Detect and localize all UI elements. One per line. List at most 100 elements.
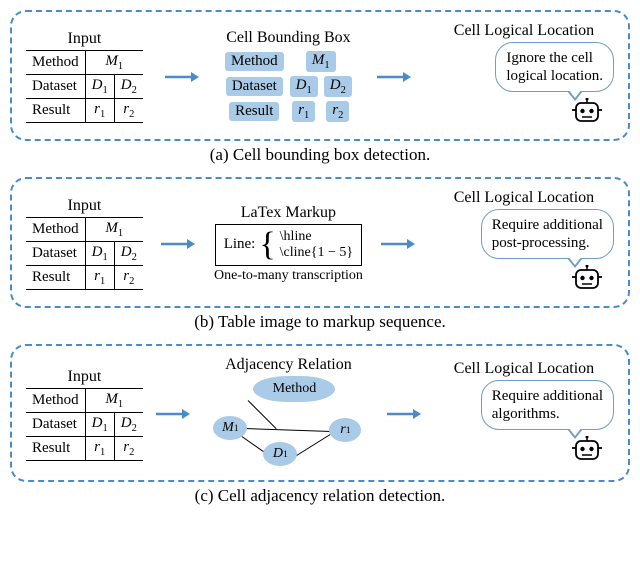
arrow-icon xyxy=(165,69,199,85)
latex-subtext: One-to-many transcription xyxy=(214,268,363,284)
hl-method: Method xyxy=(225,52,284,71)
hl-m1: M1 xyxy=(306,51,336,72)
hl-r1: r1 xyxy=(292,101,315,122)
cell-r2: r2 xyxy=(114,436,143,460)
location-header-a: Cell Logical Location xyxy=(434,22,614,40)
hl-r2: r2 xyxy=(326,101,349,122)
speech-bubble-c: Require additional algorithms. xyxy=(481,380,614,430)
adjacency-graph: Method M1 D1 r1 xyxy=(203,376,373,472)
latex-line-2: \cline{1 − 5} xyxy=(280,245,353,261)
table-row: Dataset D1 D2 xyxy=(222,74,355,99)
cell-d2: D2 xyxy=(114,242,143,266)
caption-b: (b) Table image to markup sequence. xyxy=(10,312,630,332)
table-row: Method M1 xyxy=(26,388,143,412)
table-row: Result r1 r2 xyxy=(26,436,143,460)
bubble-column-a: Cell Logical Location Ignore the cell lo… xyxy=(434,22,614,131)
cell-dataset-label: Dataset xyxy=(26,75,85,99)
edge-m1-r1 xyxy=(245,428,339,432)
panel-c-frame: Input Method M1 Dataset D1 D2 Result r1 … xyxy=(10,344,630,482)
latex-lines: \hline \cline{1 − 5} xyxy=(280,229,353,261)
bubble-column-c: Cell Logical Location Require additional… xyxy=(434,360,614,469)
cell-d2: D2 xyxy=(114,412,143,436)
edge-method-m1 xyxy=(248,400,277,429)
input-table-b: Method M1 Dataset D1 D2 Result r1 r2 xyxy=(26,217,143,290)
robot-icon xyxy=(570,436,604,469)
node-r1: r1 xyxy=(329,418,361,442)
hl-dataset: Dataset xyxy=(226,77,283,96)
cell-dataset-label: Dataset xyxy=(26,242,85,266)
input-column-b: Input Method M1 Dataset D1 D2 Result r1 … xyxy=(26,197,143,290)
input-header-b: Input xyxy=(68,197,102,215)
table-row: Dataset D1 D2 xyxy=(26,242,143,266)
input-header-c: Input xyxy=(68,368,102,386)
cell-r2: r2 xyxy=(114,99,143,123)
bbox-header: Cell Bounding Box xyxy=(226,29,350,47)
panel-c: Input Method M1 Dataset D1 D2 Result r1 … xyxy=(10,344,630,506)
bubble-line: Ignore the cell xyxy=(506,49,603,67)
input-table-c: Method M1 Dataset D1 D2 Result r1 r2 xyxy=(26,388,143,461)
arrow-icon xyxy=(387,406,421,422)
speech-bubble-a: Ignore the cell logical location. xyxy=(495,42,614,92)
latex-line-1: \hline xyxy=(280,229,353,245)
cell-method-label: Method xyxy=(26,218,85,242)
panel-b: Input Method M1 Dataset D1 D2 Result r1 … xyxy=(10,177,630,332)
cell-result-label: Result xyxy=(26,436,85,460)
cell-method-value: M1 xyxy=(85,218,143,242)
cell-d2: D2 xyxy=(114,75,143,99)
cell-r1: r1 xyxy=(85,266,114,290)
latex-column: LaTex Markup Line: { \hline \cline{1 − 5… xyxy=(214,204,363,284)
cell-method-value: M1 xyxy=(85,388,143,412)
caption-c: (c) Cell adjacency relation detection. xyxy=(10,486,630,506)
location-header-c: Cell Logical Location xyxy=(434,360,614,378)
node-method: Method xyxy=(253,376,335,402)
hl-result: Result xyxy=(229,102,279,121)
input-header-a: Input xyxy=(68,30,102,48)
speech-bubble-b: Require additional post-processing. xyxy=(481,209,614,259)
cell-method-label: Method xyxy=(26,388,85,412)
robot-icon xyxy=(570,98,604,131)
bubble-column-b: Cell Logical Location Require additional… xyxy=(434,189,614,298)
arrow-icon xyxy=(381,236,415,252)
table-row: Result r1 r2 xyxy=(26,266,143,290)
arrow-icon xyxy=(156,406,190,422)
bubble-line: algorithms. xyxy=(492,405,603,423)
table-row: Method M1 xyxy=(222,49,355,74)
bbox-column: Cell Bounding Box Method M1 Dataset D1 D… xyxy=(222,29,355,124)
table-row: Dataset D1 D2 xyxy=(26,75,143,99)
panel-b-frame: Input Method M1 Dataset D1 D2 Result r1 … xyxy=(10,177,630,308)
panel-a: Input Method M1 Dataset D1 D2 Result r1 … xyxy=(10,10,630,165)
cell-result-label: Result xyxy=(26,99,85,123)
table-row: Result r1 r2 xyxy=(222,99,355,124)
arrow-icon xyxy=(161,236,195,252)
table-row: Dataset D1 D2 xyxy=(26,412,143,436)
hl-d2: D2 xyxy=(324,76,352,97)
line-label: Line: xyxy=(224,236,256,253)
cell-r2: r2 xyxy=(114,266,143,290)
location-header-b: Cell Logical Location xyxy=(434,189,614,207)
input-column-a: Input Method M1 Dataset D1 D2 Result r1 … xyxy=(26,30,143,123)
graph-column: Adjacency Relation Method M1 D1 r1 xyxy=(203,356,373,472)
cell-d1: D1 xyxy=(85,412,114,436)
latex-header: LaTex Markup xyxy=(241,204,336,222)
table-row: Method M1 xyxy=(26,218,143,242)
bubble-line: Require additional xyxy=(492,387,603,405)
cell-method-label: Method xyxy=(26,51,85,75)
bubble-line: post-processing. xyxy=(492,234,603,252)
cell-d1: D1 xyxy=(85,75,114,99)
hl-d1: D1 xyxy=(290,76,318,97)
caption-a: (a) Cell bounding box detection. xyxy=(10,145,630,165)
graph-header: Adjacency Relation xyxy=(225,356,352,374)
cell-r1: r1 xyxy=(85,99,114,123)
cell-result-label: Result xyxy=(26,266,85,290)
input-column-c: Input Method M1 Dataset D1 D2 Result r1 … xyxy=(26,368,143,461)
cell-d1: D1 xyxy=(85,242,114,266)
bubble-line: logical location. xyxy=(506,67,603,85)
node-d1: D1 xyxy=(263,442,297,466)
bubble-line: Require additional xyxy=(492,216,603,234)
arrow-icon xyxy=(377,69,411,85)
robot-icon xyxy=(570,265,604,298)
edge-d1-r1 xyxy=(295,432,335,457)
input-table-a: Method M1 Dataset D1 D2 Result r1 r2 xyxy=(26,50,143,123)
panel-a-frame: Input Method M1 Dataset D1 D2 Result r1 … xyxy=(10,10,630,141)
cell-method-value: M1 xyxy=(85,51,143,75)
